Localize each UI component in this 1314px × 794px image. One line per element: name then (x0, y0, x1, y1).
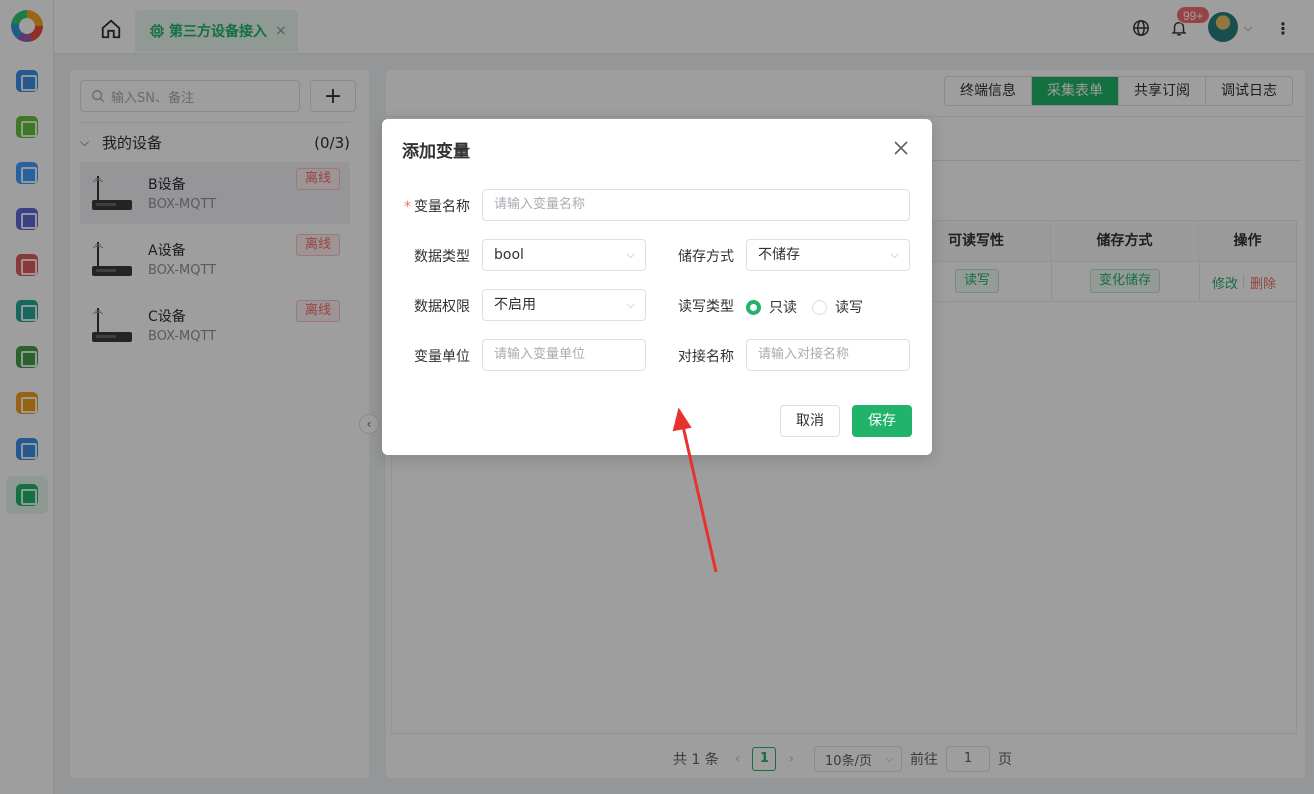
dialog-title: 添加变量 (402, 142, 470, 162)
var-name-input[interactable]: 请输入变量名称 (482, 189, 910, 221)
dock-name-input[interactable]: 请输入对接名称 (746, 339, 910, 371)
radio-dot (812, 299, 827, 315)
save-button[interactable]: 保存 (852, 405, 912, 437)
cancel-button[interactable]: 取消 (780, 405, 840, 437)
unit-label: 变量单位 (414, 349, 470, 365)
data-type-label: 数据类型 (414, 249, 470, 265)
chevron-down-icon: ⌵ (626, 298, 635, 311)
radio-readwrite[interactable]: 读写 (812, 297, 863, 317)
dock-name-label: 对接名称 (678, 349, 734, 365)
radio-label: 读写 (835, 300, 863, 316)
permission-value: 不启用 (494, 297, 536, 313)
radio-readonly[interactable]: 只读 (746, 297, 797, 317)
var-name-label: * 变量名称 (404, 199, 470, 215)
radio-label: 只读 (769, 300, 797, 316)
rw-type-label: 读写类型 (678, 299, 734, 315)
unit-input[interactable]: 请输入变量单位 (482, 339, 646, 371)
radio-dot-checked (746, 299, 761, 315)
storage-value: 不储存 (758, 247, 800, 263)
permission-label: 数据权限 (414, 299, 470, 315)
data-type-select[interactable]: bool ⌵ (482, 239, 646, 271)
add-variable-dialog: 添加变量 * 变量名称 请输入变量名称 数据类型 bool ⌵ 储存方式 不储存 … (382, 119, 932, 455)
permission-select[interactable]: 不启用 ⌵ (482, 289, 646, 321)
close-icon[interactable] (892, 139, 910, 157)
storage-label: 储存方式 (678, 249, 734, 265)
required-asterisk: * (404, 199, 411, 215)
data-type-value: bool (494, 247, 524, 263)
storage-select[interactable]: 不储存 ⌵ (746, 239, 910, 271)
chevron-down-icon: ⌵ (626, 248, 635, 261)
chevron-down-icon: ⌵ (890, 248, 899, 261)
